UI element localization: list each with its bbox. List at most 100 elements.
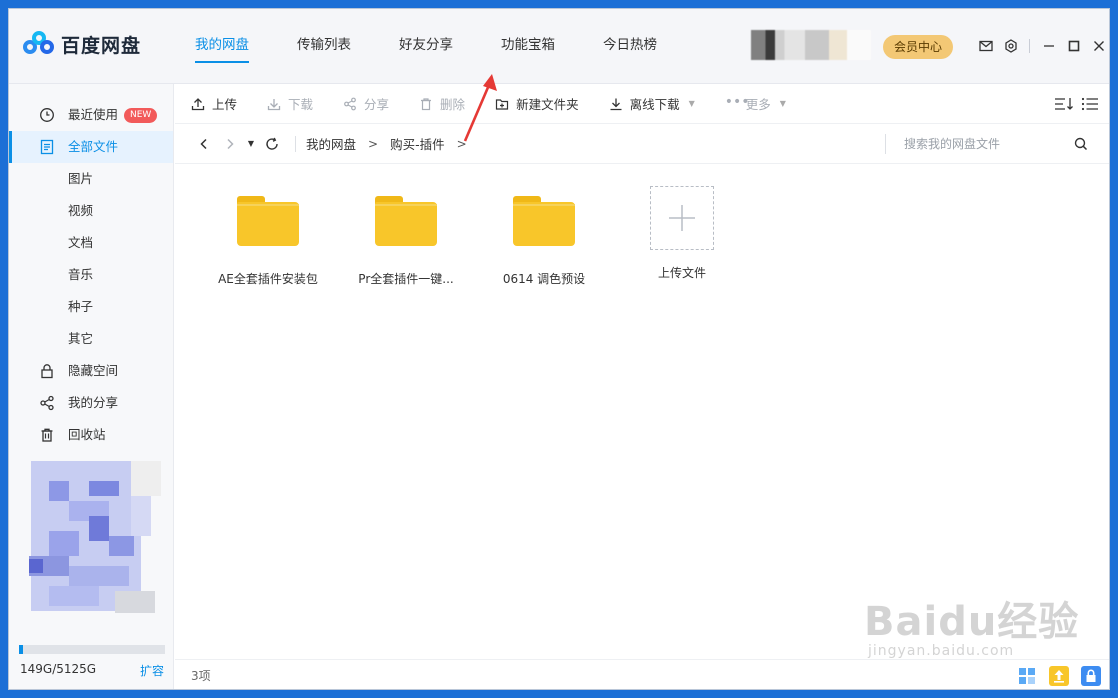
- item-count: 3项: [191, 669, 211, 683]
- share-icon: [40, 395, 54, 411]
- sidebar-item-label: 文档: [68, 235, 94, 250]
- sidebar-item-images[interactable]: 图片: [9, 163, 173, 195]
- file-name: Pr全套插件一键...: [358, 272, 454, 286]
- storage-quota-text: 149G/5125G: [20, 662, 97, 676]
- file-name: AE全套插件安装包: [218, 272, 318, 286]
- sidebar-item-recycle-bin[interactable]: 回收站: [9, 419, 173, 451]
- history-dropdown[interactable]: ▼: [243, 131, 259, 157]
- lock-icon: [41, 364, 53, 379]
- tab-trending[interactable]: 今日热榜: [593, 9, 667, 84]
- sidebar-item-recent[interactable]: 最近使用 NEW: [9, 99, 173, 131]
- upload-manager-icon[interactable]: [1049, 666, 1069, 686]
- refresh-button[interactable]: [259, 131, 285, 157]
- app-logo: 百度网盘: [23, 29, 141, 59]
- delete-button[interactable]: 删除: [419, 84, 465, 124]
- sidebar-item-torrents[interactable]: 种子: [9, 291, 173, 323]
- file-name: 0614 调色预设: [502, 272, 586, 286]
- tab-friend-share[interactable]: 好友分享: [389, 9, 463, 84]
- mail-icon[interactable]: [973, 35, 998, 57]
- settings-icon[interactable]: [998, 35, 1023, 57]
- promo-banner-redacted[interactable]: [19, 461, 169, 621]
- list-view-icon[interactable]: [1079, 96, 1101, 112]
- window-controls: [973, 35, 1109, 57]
- baidu-cloud-logo-icon: [23, 31, 55, 57]
- path-bar: ▼ 我的网盘 > 购买-插件 >: [175, 124, 1109, 164]
- more-dots-icon: •••: [724, 93, 750, 110]
- new-folder-button[interactable]: 新建文件夹: [495, 84, 579, 124]
- sidebar-item-hidden-space[interactable]: 隐藏空间: [9, 355, 173, 387]
- download-icon: [610, 98, 622, 110]
- new-folder-icon: [495, 98, 509, 110]
- storage-quota-bar: [19, 645, 165, 654]
- upload-file-tile[interactable]: 上传文件: [613, 186, 751, 287]
- sidebar-item-label: 回收站: [68, 427, 106, 442]
- chevron-down-icon[interactable]: ▼: [689, 99, 695, 108]
- new-badge: NEW: [124, 108, 158, 123]
- lock-icon[interactable]: [1081, 666, 1101, 686]
- breadcrumb-current[interactable]: 购买-插件: [390, 134, 445, 153]
- status-bar: 3项: [175, 659, 1109, 689]
- sidebar-item-label: 视频: [68, 203, 94, 218]
- file-item[interactable]: 0614 调色预设: [475, 189, 613, 287]
- share-button[interactable]: 分享: [343, 84, 389, 124]
- chevron-right-icon: [227, 138, 234, 149]
- download-icon: [267, 98, 281, 110]
- sidebar-item-label: 全部文件: [68, 139, 119, 154]
- tab-my-drive[interactable]: 我的网盘: [185, 9, 259, 84]
- upload-icon: [191, 97, 205, 110]
- more-button[interactable]: ••• 更多 ▼: [725, 84, 786, 124]
- chevron-down-icon: ▼: [779, 99, 786, 108]
- offline-download-button[interactable]: 离线下载 ▼: [609, 84, 695, 124]
- clock-icon: [40, 108, 54, 122]
- folder-icon: [237, 196, 299, 246]
- main-panel: 上传 下载 分享 删除 新建文件夹 离线下载 ▼ ••• 更多 ▼ ▼ 我的网盘…: [175, 84, 1109, 689]
- sidebar-item-label: 我的分享: [68, 395, 119, 410]
- breadcrumb-root[interactable]: 我的网盘: [306, 134, 356, 153]
- user-avatar-redacted[interactable]: [751, 30, 871, 60]
- sidebar-item-other[interactable]: 其它: [9, 323, 173, 355]
- sidebar-item-music[interactable]: 音乐: [9, 259, 173, 291]
- breadcrumb-separator: >: [368, 136, 379, 151]
- maximize-icon[interactable]: [1061, 35, 1086, 57]
- sort-icon[interactable]: [1053, 96, 1075, 112]
- forward-button[interactable]: [217, 131, 243, 157]
- search-icon[interactable]: [1073, 136, 1089, 152]
- chevron-left-icon: [200, 138, 207, 149]
- sidebar-item-documents[interactable]: 文档: [9, 227, 173, 259]
- file-grid: AE全套插件安装包 Pr全套插件一键... 0614 调色预设 上传文件: [199, 186, 751, 287]
- grid-view-icon[interactable]: [1017, 666, 1037, 686]
- sidebar-item-label: 音乐: [68, 267, 94, 282]
- document-icon: [40, 139, 54, 155]
- toolbar: 上传 下载 分享 删除 新建文件夹 离线下载 ▼ ••• 更多 ▼: [175, 84, 1109, 124]
- minimize-icon[interactable]: [1036, 35, 1061, 57]
- sidebar-item-all-files[interactable]: 全部文件: [9, 131, 173, 163]
- search-input[interactable]: [904, 134, 1064, 154]
- close-icon[interactable]: [1086, 35, 1109, 57]
- vip-center-button[interactable]: 会员中心: [883, 35, 953, 59]
- sidebar-item-videos[interactable]: 视频: [9, 195, 173, 227]
- app-name: 百度网盘: [61, 34, 142, 57]
- expand-storage-link[interactable]: 扩容: [140, 662, 164, 679]
- sidebar-item-label: 图片: [68, 171, 94, 186]
- upload-tile-label: 上传文件: [657, 266, 706, 280]
- tab-transfer-list[interactable]: 传输列表: [287, 9, 361, 84]
- caret-down-icon: ▼: [247, 139, 255, 148]
- tab-toolbox[interactable]: 功能宝箱: [491, 9, 565, 84]
- app-window: 百度网盘 我的网盘 传输列表 好友分享 功能宝箱 今日热榜 会员中心 最近使用 …: [8, 8, 1110, 690]
- trash-icon: [421, 97, 432, 110]
- sidebar: 最近使用 NEW 全部文件 图片 视频 文档 音乐 种子 其它 隐藏空间 我的分…: [9, 84, 174, 689]
- file-item[interactable]: AE全套插件安装包: [199, 189, 337, 287]
- title-bar: 百度网盘 我的网盘 传输列表 好友分享 功能宝箱 今日热榜 会员中心: [9, 9, 1109, 84]
- file-item[interactable]: Pr全套插件一键...: [337, 189, 475, 287]
- upload-button[interactable]: 上传: [191, 84, 237, 124]
- sidebar-item-my-shares[interactable]: 我的分享: [9, 387, 173, 419]
- sidebar-item-label: 其它: [68, 331, 94, 346]
- search-box: [885, 134, 1095, 154]
- refresh-icon: [266, 137, 278, 150]
- download-button[interactable]: 下载: [267, 84, 313, 124]
- back-button[interactable]: [191, 131, 217, 157]
- top-nav: 我的网盘 传输列表 好友分享 功能宝箱 今日热榜: [185, 9, 695, 84]
- view-controls: [1049, 96, 1101, 112]
- sidebar-item-label: 种子: [68, 299, 94, 314]
- folder-icon: [513, 196, 575, 246]
